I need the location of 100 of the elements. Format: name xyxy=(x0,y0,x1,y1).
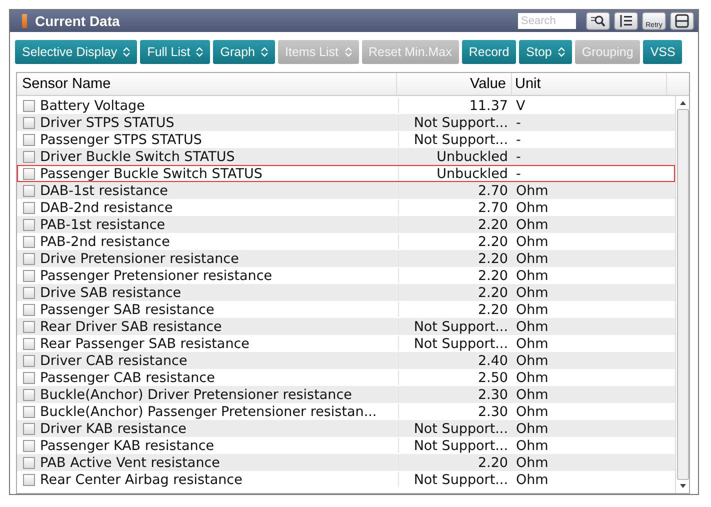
sensor-unit: Ohm xyxy=(516,200,548,216)
scroll-up-icon[interactable] xyxy=(678,100,686,106)
sensor-name: Driver KAB resistance xyxy=(40,420,186,436)
checkbox[interactable] xyxy=(23,320,35,332)
layout-icon[interactable] xyxy=(670,12,694,30)
sensor-unit: Ohm xyxy=(516,420,548,436)
toolbar-button[interactable]: Selective Display xyxy=(15,40,138,64)
sensor-unit: Ohm xyxy=(516,386,548,402)
table-row[interactable]: Drive SAB resistance 2.20 Ohm xyxy=(17,284,675,301)
checkbox[interactable] xyxy=(23,270,35,282)
sensor-name: Buckle(Anchor) Driver Pretensioner resistance xyxy=(40,386,352,402)
sensor-unit: Ohm xyxy=(516,404,548,420)
sensor-name: Passenger CAB resistance xyxy=(40,370,215,386)
sensor-unit: Ohm xyxy=(516,302,548,318)
sensor-name: Rear Passenger SAB resistance xyxy=(40,336,250,352)
sensor-value: 2.70 xyxy=(478,200,508,216)
checkbox[interactable] xyxy=(23,184,35,196)
sensor-value: 2.20 xyxy=(478,216,508,232)
sensor-name: Passenger STPS STATUS xyxy=(40,132,202,148)
sensor-unit: Ohm xyxy=(516,250,548,266)
checkbox[interactable] xyxy=(23,100,35,112)
checkbox[interactable] xyxy=(23,202,35,214)
sensor-value: 2.30 xyxy=(478,386,508,402)
sensor-unit: - xyxy=(516,114,521,130)
toolbar-button[interactable]: Full List xyxy=(140,40,210,64)
checkbox[interactable] xyxy=(23,116,35,128)
checkbox[interactable] xyxy=(23,388,35,400)
table-row[interactable]: Driver CAB resistance 2.40 Ohm xyxy=(17,352,675,369)
table-row[interactable]: Passenger CAB resistance 2.50 Ohm xyxy=(17,369,675,386)
table-row[interactable]: Buckle(Anchor) Driver Pretensioner resistance 2.30 Ohm xyxy=(17,386,675,403)
dropdown-icon xyxy=(196,47,204,57)
checkbox[interactable] xyxy=(23,422,35,434)
table-row[interactable]: Rear Passenger SAB resistance Not Support... Ohm xyxy=(17,335,675,352)
scrollbar[interactable] xyxy=(675,96,689,493)
toolbar-button[interactable]: Graph xyxy=(213,40,276,64)
sensor-unit: - xyxy=(516,132,521,148)
sensor-value: Not Support... xyxy=(414,114,508,130)
table-row[interactable]: DAB-2nd resistance 2.70 Ohm xyxy=(17,199,675,216)
checkbox[interactable] xyxy=(23,338,35,350)
scroll-down-icon[interactable] xyxy=(678,483,686,489)
sensor-unit: - xyxy=(516,148,521,164)
scroll-thumb[interactable] xyxy=(676,109,688,480)
sensor-value: Not Support... xyxy=(414,336,508,352)
sort-list-icon[interactable] xyxy=(614,12,638,30)
checkbox[interactable] xyxy=(23,134,35,146)
sensor-unit: Ohm xyxy=(516,182,548,198)
sensor-value: 2.20 xyxy=(478,268,508,284)
checkbox[interactable] xyxy=(23,406,35,418)
checkbox[interactable] xyxy=(23,168,35,180)
sensor-unit: Ohm xyxy=(516,454,548,470)
checkbox[interactable] xyxy=(23,286,35,298)
sensor-value: 11.37 xyxy=(469,98,508,114)
sensor-unit: Ohm xyxy=(516,472,548,488)
column-header[interactable]: Sensor Name xyxy=(17,73,397,95)
search-icon[interactable] xyxy=(586,12,610,30)
toolbar-button[interactable]: VSS xyxy=(643,40,682,64)
dropdown-icon xyxy=(261,47,268,57)
table-row[interactable]: Drive Pretensioner resistance 2.20 Ohm xyxy=(17,250,675,267)
checkbox[interactable] xyxy=(23,456,35,468)
checkbox[interactable] xyxy=(23,218,35,230)
sensor-name: Rear Driver SAB resistance xyxy=(40,318,222,334)
checkbox[interactable] xyxy=(23,304,35,316)
checkbox[interactable] xyxy=(23,236,35,248)
table-row[interactable]: Battery Voltage 11.37 V xyxy=(17,97,675,114)
table-row[interactable]: Rear Center Airbag resistance Not Support... Ohm xyxy=(17,471,675,488)
checkbox[interactable] xyxy=(23,354,35,366)
sensor-unit: Ohm xyxy=(516,216,548,232)
sensor-value: 2.20 xyxy=(478,454,508,470)
table-row[interactable]: Passenger SAB resistance 2.20 Ohm xyxy=(17,301,675,318)
table-row[interactable]: Passenger KAB resistance Not Support... Ohm xyxy=(17,437,675,454)
sensor-name: Drive SAB resistance xyxy=(40,284,182,300)
table-row[interactable]: Rear Driver SAB resistance Not Support... Ohm xyxy=(17,318,675,335)
sensor-value: 2.20 xyxy=(478,284,508,300)
table-row[interactable]: DAB-1st resistance 2.70 Ohm xyxy=(17,182,675,199)
table-row[interactable]: PAB-2nd resistance 2.20 Ohm xyxy=(17,233,675,250)
toolbar-button[interactable]: Stop xyxy=(519,40,572,64)
checkbox[interactable] xyxy=(23,474,35,486)
window-title: Current Data xyxy=(35,13,121,29)
column-header[interactable]: Unit xyxy=(512,73,667,95)
checkbox[interactable] xyxy=(23,150,35,162)
table-row[interactable]: PAB Active Vent resistance 2.20 Ohm xyxy=(17,454,675,471)
table-row[interactable]: Driver KAB resistance Not Support... Ohm xyxy=(17,420,675,437)
checkbox[interactable] xyxy=(23,440,35,452)
sensor-name: PAB Active Vent resistance xyxy=(40,454,220,470)
table-row[interactable]: Passenger Pretensioner resistance 2.20 Ohm xyxy=(17,267,675,284)
toolbar-button[interactable]: Record xyxy=(462,40,516,64)
column-header[interactable]: Value xyxy=(397,73,512,95)
table-row[interactable]: Driver Buckle Switch STATUS Unbuckled - xyxy=(17,148,675,165)
sensor-name: Drive Pretensioner resistance xyxy=(40,250,239,266)
sensor-name: Driver STPS STATUS xyxy=(40,114,174,130)
table-row[interactable]: Buckle(Anchor) Passenger Pretensioner resistan... 2.30 Ohm xyxy=(17,403,675,420)
sensor-value: Unbuckled xyxy=(436,148,508,164)
checkbox[interactable] xyxy=(23,372,35,384)
table-row[interactable]: Passenger Buckle Switch STATUS Unbuckled - xyxy=(17,165,675,182)
table-row[interactable]: Passenger STPS STATUS Not Support... - xyxy=(17,131,675,148)
checkbox[interactable] xyxy=(23,252,35,264)
search-field[interactable]: Search xyxy=(518,13,576,29)
table-row[interactable]: PAB-1st resistance 2.20 Ohm xyxy=(17,216,675,233)
table-row[interactable]: Driver STPS STATUS Not Support... - xyxy=(17,114,675,131)
sensor-value: 2.20 xyxy=(478,234,508,250)
